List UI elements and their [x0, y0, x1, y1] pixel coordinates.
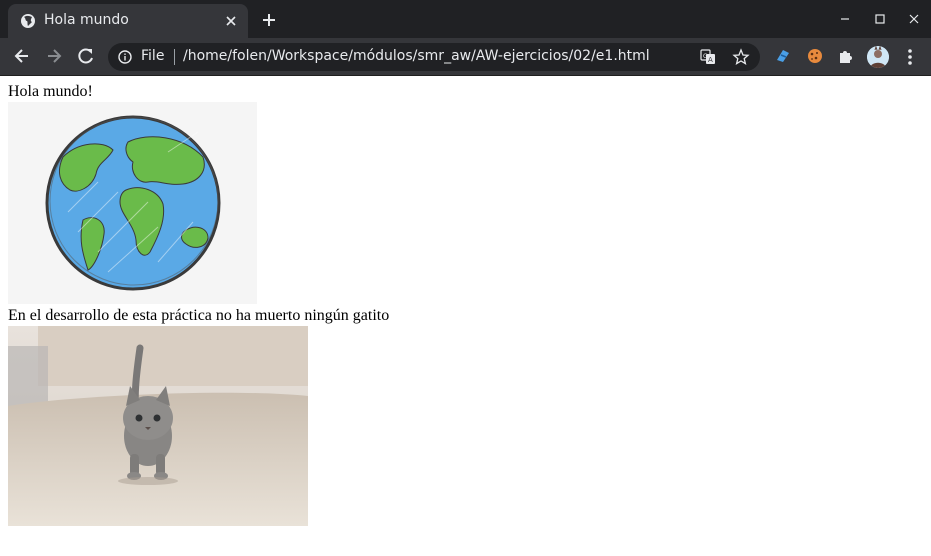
page-heading: Hola mundo! — [8, 83, 93, 100]
info-icon[interactable] — [118, 50, 132, 64]
window-close-icon[interactable] — [905, 10, 923, 28]
page-caption: En el desarrollo de esta práctica no ha … — [8, 307, 390, 324]
maximize-icon[interactable] — [871, 10, 889, 28]
svg-text:G: G — [703, 53, 708, 60]
puzzle-icon[interactable] — [837, 47, 855, 65]
globe-icon — [21, 14, 35, 28]
tab-title: Hola mundo — [44, 12, 129, 28]
browser-toolbar: File /home/folen/Workspace/módulos/smr_a… — [0, 38, 931, 76]
tab-hola-mundo[interactable]: Hola mundo — [8, 4, 248, 38]
tab-strip: Hola mundo — [0, 0, 931, 38]
star-icon[interactable] — [732, 48, 750, 66]
plus-icon[interactable] — [259, 10, 279, 30]
kitten-image — [8, 326, 308, 526]
avatar[interactable] — [867, 46, 889, 68]
svg-text:A: A — [708, 56, 713, 64]
extension-blue-icon[interactable] — [774, 47, 792, 65]
earth-image — [8, 102, 257, 304]
url-text[interactable]: /home/folen/Workspace/módulos/smr_aw/AW-… — [183, 48, 650, 64]
arrow-right-icon[interactable] — [44, 46, 64, 66]
close-icon[interactable] — [222, 12, 240, 30]
arrow-left-icon[interactable] — [12, 46, 32, 66]
kebab-menu-icon[interactable] — [904, 47, 916, 67]
minimize-icon[interactable] — [836, 10, 854, 28]
cookie-icon[interactable] — [806, 47, 824, 65]
reload-icon[interactable] — [76, 46, 96, 66]
address-bar[interactable]: File /home/folen/Workspace/módulos/smr_a… — [108, 43, 760, 71]
page-content: Hola mundo! En el desarrollo de esta prá… — [0, 76, 931, 556]
translate-icon[interactable]: A G — [700, 49, 716, 65]
omnibox-divider — [174, 49, 175, 65]
scheme-label: File — [141, 48, 165, 64]
